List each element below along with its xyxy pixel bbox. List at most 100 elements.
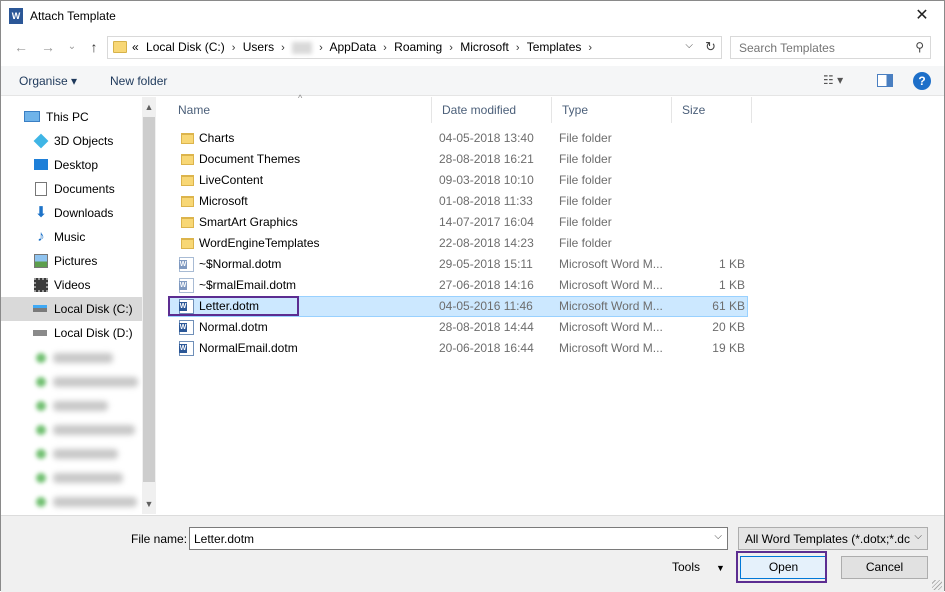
sidebar-item-pictures[interactable]: Pictures (1, 249, 141, 273)
drive-icon (33, 305, 47, 312)
file-date: 09-03-2018 10:10 (439, 173, 534, 187)
downloads-icon: ⬇ (34, 204, 48, 221)
breadcrumb-local-disk[interactable]: Local Disk (C:) (146, 40, 225, 54)
breadcrumb-appdata[interactable]: AppData (329, 40, 376, 54)
breadcrumb-roaming[interactable]: Roaming (394, 40, 442, 54)
sidebar-item-videos[interactable]: Videos (1, 273, 141, 297)
breadcrumb-microsoft[interactable]: Microsoft (460, 40, 509, 54)
sidebar-item-label: Downloads (54, 206, 114, 220)
forward-arrow-icon[interactable]: → (38, 37, 58, 57)
file-row-livecontent[interactable]: LiveContent 09-03-2018 10:10 File folder (168, 170, 748, 191)
scrollbar-thumb[interactable] (143, 117, 155, 482)
tools-menu[interactable]: Tools ▼ (672, 560, 725, 574)
sidebar-item-downloads[interactable]: ⬇ Downloads (1, 201, 141, 225)
sidebar-item-music[interactable]: ♪ Music (1, 225, 141, 249)
new-folder-button[interactable]: New folder (110, 74, 167, 88)
chevron-right-icon: › (515, 42, 520, 54)
sidebar-item-desktop[interactable]: Desktop (1, 153, 141, 177)
column-header-date-modified[interactable]: Date modified (432, 97, 552, 123)
file-row-microsoft[interactable]: Microsoft 01-08-2018 11:33 File folder (168, 191, 748, 212)
resize-grip[interactable] (932, 580, 942, 590)
breadcrumb-templates[interactable]: Templates (527, 40, 582, 54)
file-size: 1 KB (718, 257, 745, 271)
up-arrow-icon[interactable]: ↑ (84, 37, 104, 57)
desktop-icon (34, 159, 48, 170)
file-date: 04-05-2016 11:46 (439, 299, 533, 313)
search-icon[interactable]: ⚲ (915, 40, 924, 54)
file-name-combobox: ⌵ (189, 527, 728, 550)
folder-icon (181, 196, 194, 207)
file-name: ~$rmalEmail.dotm (199, 278, 297, 292)
file-type: Microsoft Word M... (559, 320, 663, 334)
organise-button[interactable]: Organise ▾ (19, 74, 77, 88)
redacted-item-icon (36, 425, 46, 435)
file-size: 61 KB (712, 299, 745, 313)
back-arrow-icon[interactable]: ← (11, 37, 31, 57)
dropdown-arrow-icon: ▼ (716, 563, 725, 573)
refresh-icon[interactable]: ↻ (705, 39, 716, 55)
breadcrumb: « Local Disk (C:) › Users › › AppData › Roa… (132, 40, 596, 54)
navigation-scrollbar[interactable]: ▲ ▼ (142, 97, 156, 514)
sidebar-item-label: Desktop (54, 158, 99, 172)
cancel-button[interactable]: Cancel (841, 556, 928, 579)
chevron-down-icon[interactable]: ⌵ (714, 531, 722, 542)
chevron-right-icon: › (281, 42, 285, 54)
file-row-normal-temp[interactable]: ~$Normal.dotm 29-05-2018 15:11 Microsoft… (168, 254, 748, 275)
search-input[interactable] (731, 37, 906, 58)
sidebar-item-3d-objects[interactable]: 3D Objects (1, 129, 141, 153)
word-document-icon (179, 278, 194, 293)
folder-icon (181, 217, 194, 228)
file-name: Charts (199, 131, 235, 145)
redacted-sidebar-item (53, 353, 113, 363)
redacted-sidebar-item (53, 401, 108, 411)
sidebar-item-this-pc[interactable]: This PC (1, 105, 141, 129)
breadcrumb-users[interactable]: Users (243, 40, 274, 54)
file-row-normalemail[interactable]: NormalEmail.dotm 20-06-2018 16:44 Micros… (168, 338, 748, 359)
sidebar-item-documents[interactable]: Documents (1, 177, 141, 201)
redacted-item-icon (36, 473, 46, 483)
file-name-input[interactable] (190, 528, 705, 549)
file-row-normal[interactable]: Normal.dotm 28-08-2018 14:44 Microsoft W… (168, 317, 748, 338)
file-name: ~$Normal.dotm (199, 257, 282, 271)
word-document-icon (179, 320, 194, 335)
redacted-sidebar-item (53, 449, 118, 459)
file-row-charts[interactable]: Charts 04-05-2018 13:40 File folder (168, 128, 748, 149)
file-date: 01-08-2018 11:33 (439, 194, 533, 208)
file-row-document-themes[interactable]: Document Themes 28-08-2018 16:21 File fo… (168, 149, 748, 170)
breadcrumb-redacted-user[interactable] (292, 41, 313, 54)
file-row-smartart-graphics[interactable]: SmartArt Graphics 14-07-2017 16:04 File … (168, 212, 748, 233)
file-date: 04-05-2018 13:40 (439, 131, 534, 145)
column-header-name[interactable]: Name (168, 97, 432, 123)
file-date: 29-05-2018 15:11 (439, 257, 533, 271)
breadcrumb-overflow[interactable]: « (132, 40, 139, 54)
file-name-label: File name: (131, 532, 188, 546)
folder-icon (113, 41, 127, 53)
file-type-filter[interactable]: All Word Templates (*.dotx;*.dc ⌵ (738, 527, 928, 550)
sidebar-item-local-disk-d[interactable]: Local Disk (D:) (1, 321, 141, 345)
file-size: 20 KB (712, 320, 745, 334)
navigation-row: ← → ⌄ ↑ « Local Disk (C:) › Users › › AppD… (1, 33, 944, 61)
column-header-type[interactable]: Type (552, 97, 672, 123)
file-type-filter-value: All Word Templates (*.dotx;*.dc (745, 532, 910, 546)
sidebar-item-label: This PC (46, 110, 89, 124)
sidebar-item-label: Documents (54, 182, 115, 196)
preview-pane-icon[interactable] (877, 74, 893, 87)
recent-locations-icon[interactable]: ⌄ (62, 37, 82, 57)
address-bar[interactable]: « Local Disk (C:) › Users › › AppData › Roa… (107, 36, 722, 59)
monitor-icon (24, 111, 40, 122)
change-view-icon[interactable]: ☷ ▾ (823, 73, 843, 87)
file-date: 20-06-2018 16:44 (439, 341, 534, 355)
file-date: 22-08-2018 14:23 (439, 236, 534, 250)
command-toolbar: Organise ▾ New folder ☷ ▾ ? (1, 66, 944, 96)
help-icon[interactable]: ? (913, 72, 931, 90)
file-row-wordenginetemplates[interactable]: WordEngineTemplates 22-08-2018 14:23 Fil… (168, 233, 748, 254)
sidebar-item-local-disk-c[interactable]: Local Disk (C:) (1, 297, 142, 321)
close-icon[interactable]: ✕ (902, 1, 942, 31)
scroll-down-icon[interactable]: ▼ (142, 496, 156, 512)
scroll-up-icon[interactable]: ▲ (142, 99, 156, 115)
column-header-size[interactable]: Size (672, 97, 752, 123)
address-dropdown-icon[interactable]: ⌵ (685, 40, 693, 51)
file-row-normalemail-temp[interactable]: ~$rmalEmail.dotm 27-06-2018 14:16 Micros… (168, 275, 748, 296)
window-title: Attach Template (30, 9, 116, 23)
search-box: ⚲ (730, 36, 931, 59)
